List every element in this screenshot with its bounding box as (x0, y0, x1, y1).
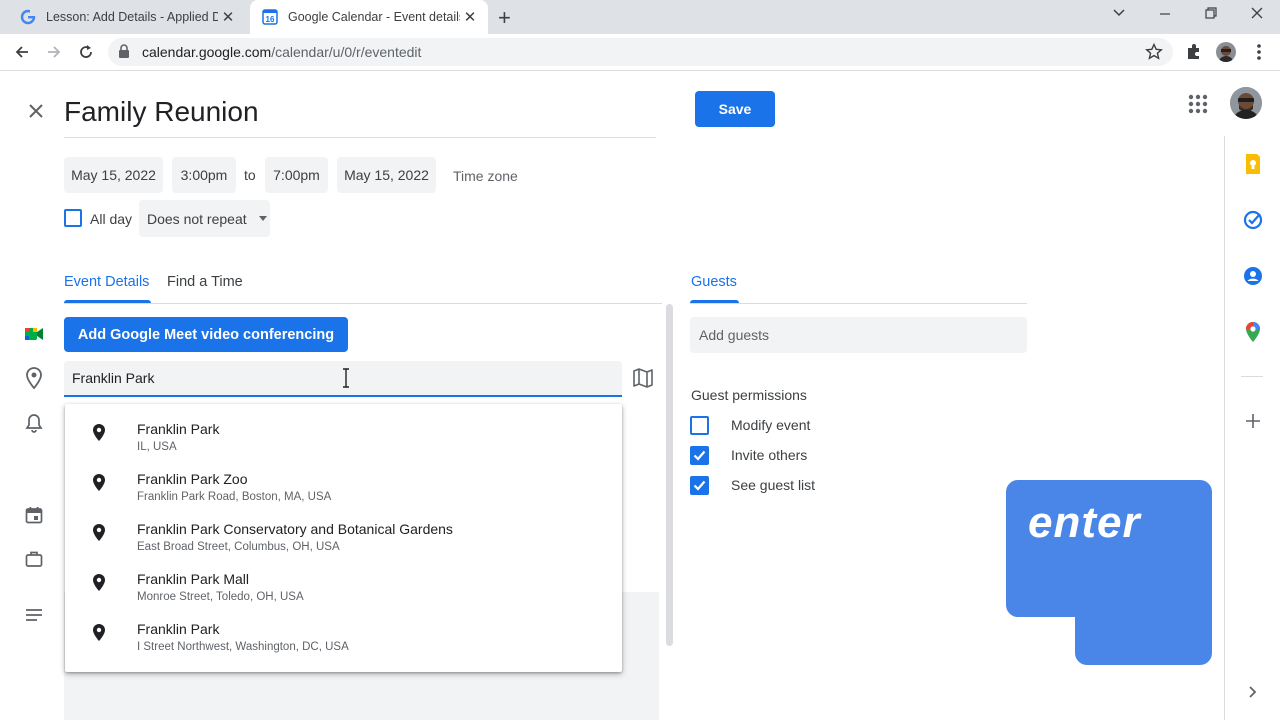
calendar-favicon-label: 16 (266, 15, 275, 24)
maps-icon[interactable] (1241, 320, 1265, 344)
suggestion-address: IL, USA (137, 441, 177, 453)
repeat-value: Does not repeat (147, 210, 247, 227)
location-pin-icon (22, 366, 46, 390)
tab-find-a-time[interactable]: Find a Time (167, 274, 243, 290)
extensions-puzzle-icon[interactable] (1185, 43, 1203, 66)
suggestion-address: I Street Northwest, Washington, DC, USA (137, 641, 349, 653)
back-arrow-icon[interactable] (10, 40, 34, 64)
google-apps-grid-icon[interactable] (1186, 92, 1210, 116)
suggestion-item[interactable]: Franklin Park Mall Monroe Street, Toledo… (65, 554, 622, 604)
calendar-icon (22, 503, 46, 527)
end-date-chip[interactable]: May 15, 2022 (337, 157, 436, 193)
checkmark-icon (693, 450, 706, 461)
location-suggestions-dropdown: Franklin Park IL, USA Franklin Park Zoo … (65, 404, 622, 672)
start-time-chip[interactable]: 3:00pm (172, 157, 236, 193)
time-zone-button[interactable]: Time zone (453, 168, 518, 184)
suggestion-address: East Broad Street, Columbus, OH, USA (137, 541, 340, 553)
see-guest-list-label: See guest list (731, 477, 816, 493)
suggestion-name: Franklin Park Conservatory and Botanical… (137, 521, 453, 537)
details-scrollbar[interactable] (666, 304, 673, 646)
suggestion-address: Monroe Street, Toledo, OH, USA (137, 591, 304, 603)
url-host: calendar.google.com (142, 44, 272, 60)
place-pin-icon (93, 424, 105, 441)
text-cursor-icon (341, 368, 351, 393)
guest-permissions-title: Guest permissions (691, 387, 807, 403)
tab-guests[interactable]: Guests (691, 274, 737, 290)
url-text: calendar.google.com/calendar/u/0/r/event… (142, 44, 421, 60)
see-guest-list-checkbox[interactable] (690, 476, 709, 495)
invite-others-checkbox[interactable] (690, 446, 709, 465)
save-button[interactable]: Save (695, 91, 775, 127)
minimize-icon[interactable] (1158, 6, 1172, 24)
place-pin-icon (93, 574, 105, 591)
suggestion-name: Franklin Park Mall (137, 571, 250, 587)
suggestion-item[interactable]: Franklin Park Zoo Franklin Park Road, Bo… (65, 454, 622, 504)
suggestion-address: Franklin Park Road, Boston, MA, USA (137, 491, 332, 503)
chevron-down-icon[interactable] (1112, 6, 1126, 24)
restore-icon[interactable] (1204, 6, 1218, 24)
chevron-right-icon[interactable] (1241, 680, 1265, 704)
account-avatar[interactable] (1230, 87, 1262, 119)
add-addon-plus-icon[interactable] (1241, 409, 1265, 433)
briefcase-icon (22, 547, 46, 571)
contacts-icon[interactable] (1241, 264, 1265, 288)
notification-bell-icon (22, 411, 46, 435)
reload-icon[interactable] (74, 40, 98, 64)
map-icon[interactable] (632, 367, 654, 389)
event-title: Family Reunion (64, 96, 259, 127)
calendar-favicon-icon: 16 (262, 9, 278, 25)
tasks-icon[interactable] (1241, 208, 1265, 232)
checkmark-icon (693, 480, 706, 491)
active-tab-indicator (64, 300, 151, 303)
suggestion-item[interactable]: Franklin Park IL, USA (65, 404, 622, 454)
caret-down-icon (258, 216, 267, 221)
place-pin-icon (93, 624, 105, 641)
guests-divider (690, 303, 1027, 304)
repeat-dropdown[interactable]: Does not repeat (139, 200, 270, 237)
close-editor-icon[interactable] (24, 99, 48, 123)
enter-key-overlay-bottom (1075, 560, 1212, 665)
start-date-chip[interactable]: May 15, 2022 (64, 157, 163, 193)
event-title-field[interactable]: Family Reunion (64, 92, 656, 138)
end-time-chip[interactable]: 7:00pm (265, 157, 328, 193)
invite-others-label: Invite others (731, 447, 808, 463)
suggestion-name: Franklin Park (137, 621, 220, 637)
tabs-divider (64, 303, 662, 304)
suggestion-item[interactable]: Franklin Park Conservatory and Botanical… (65, 504, 622, 554)
suggestion-item[interactable]: Franklin Park I Street Northwest, Washin… (65, 604, 622, 654)
description-lines-icon (22, 603, 46, 627)
new-tab-icon[interactable]: + (498, 5, 511, 31)
google-favicon-icon (20, 9, 36, 25)
bookmark-star-icon[interactable] (1145, 42, 1163, 66)
all-day-label: All day (90, 211, 133, 227)
close-tab-icon[interactable]: ✕ (460, 8, 480, 26)
browser-menu-icon[interactable] (1256, 43, 1262, 66)
suggestion-name: Franklin Park (137, 421, 220, 437)
add-guests-input[interactable]: Add guests (690, 317, 1027, 353)
place-pin-icon (93, 524, 105, 541)
url-path: /calendar/u/0/r/eventedit (271, 44, 422, 60)
keep-notes-icon[interactable] (1241, 152, 1265, 176)
browser-tab-title: Lesson: Add Details - Applied Dig (46, 10, 218, 24)
browser-tab-calendar[interactable]: 16 Google Calendar - Event details ✕ (250, 0, 488, 34)
modify-event-checkbox[interactable] (690, 416, 709, 435)
place-pin-icon (93, 474, 105, 491)
all-day-checkbox[interactable] (64, 209, 82, 227)
add-google-meet-button[interactable]: Add Google Meet video conferencing (64, 317, 348, 352)
close-tab-icon[interactable]: ✕ (218, 8, 238, 26)
to-label: to (244, 167, 256, 183)
google-meet-icon (22, 322, 46, 346)
guests-tab-indicator (690, 300, 739, 303)
modify-event-label: Modify event (731, 417, 811, 433)
enter-key-label: enter (1028, 498, 1141, 547)
lock-icon (118, 44, 130, 63)
browser-tab-lesson[interactable]: Lesson: Add Details - Applied Dig ✕ (8, 0, 246, 34)
rail-divider (1241, 376, 1263, 377)
forward-arrow-icon[interactable] (42, 40, 66, 64)
profile-avatar-small[interactable] (1216, 42, 1236, 62)
browser-tab-title: Google Calendar - Event details (288, 10, 460, 24)
tab-event-details[interactable]: Event Details (64, 274, 149, 290)
suggestion-name: Franklin Park Zoo (137, 471, 248, 487)
close-window-icon[interactable] (1250, 6, 1264, 24)
